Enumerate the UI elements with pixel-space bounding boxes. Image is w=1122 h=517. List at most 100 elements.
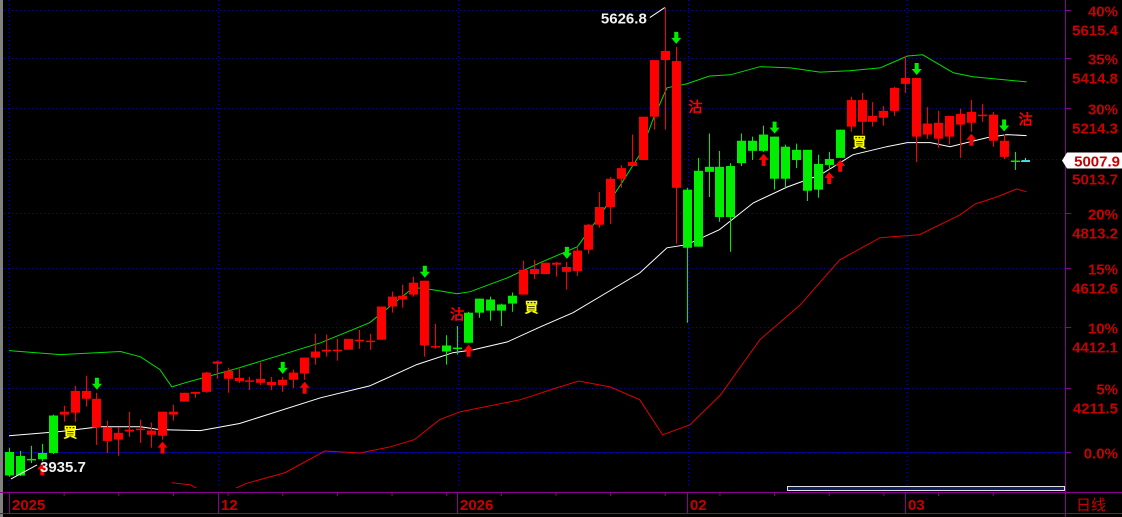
candle bbox=[311, 333, 320, 365]
candle bbox=[781, 144, 790, 188]
candle-body bbox=[748, 140, 757, 151]
buy-signal-label: 買 bbox=[524, 301, 539, 317]
candle bbox=[552, 261, 561, 277]
candle-body bbox=[497, 304, 506, 311]
candle bbox=[814, 154, 823, 198]
candle bbox=[595, 191, 604, 228]
candle bbox=[606, 176, 615, 224]
candle-body bbox=[683, 189, 692, 248]
candle-body bbox=[781, 146, 790, 179]
candle-body bbox=[125, 429, 134, 432]
candle bbox=[912, 77, 921, 163]
candle-body bbox=[562, 266, 571, 272]
candle bbox=[180, 392, 189, 402]
down-arrow-icon bbox=[277, 361, 288, 374]
candle bbox=[92, 392, 101, 445]
candle-body bbox=[606, 178, 615, 207]
candle bbox=[694, 157, 703, 247]
up-arrow-icon bbox=[824, 171, 835, 184]
candle-body bbox=[858, 100, 867, 122]
candle-body bbox=[989, 114, 998, 141]
candle bbox=[191, 391, 200, 398]
candle-body bbox=[508, 295, 517, 304]
x-axis-label: 03 bbox=[908, 497, 925, 514]
candle-body bbox=[191, 391, 200, 394]
candle-body bbox=[409, 282, 418, 295]
candle bbox=[672, 46, 681, 244]
x-axis-label: 02 bbox=[690, 497, 707, 514]
candle-body bbox=[103, 427, 112, 441]
y-axis-price-label: 5414.8 bbox=[1072, 71, 1118, 88]
candle-body bbox=[617, 168, 626, 179]
candle bbox=[103, 420, 112, 453]
candle bbox=[737, 133, 746, 167]
high-price-annotation: 5626.8 bbox=[601, 11, 647, 28]
down-arrow-icon bbox=[769, 121, 780, 134]
candle bbox=[945, 115, 954, 145]
candle-body bbox=[49, 415, 58, 453]
candle-body bbox=[92, 398, 101, 428]
candle-body bbox=[464, 312, 473, 343]
y-axis-price-label: 5615.4 bbox=[1072, 23, 1119, 40]
candle bbox=[726, 163, 735, 252]
axes: 40% 5615.4 35% 5414.8 30% 5214.3 5013.7 20% 4813… bbox=[0, 0, 1122, 517]
candle bbox=[71, 385, 80, 422]
candle-body bbox=[825, 158, 834, 165]
candle-body bbox=[890, 87, 899, 111]
candle-body bbox=[879, 110, 888, 118]
y-axis-percent-label: 0.0% bbox=[1084, 446, 1118, 463]
candle-body bbox=[759, 134, 768, 151]
candle bbox=[114, 427, 123, 456]
candle-body bbox=[420, 280, 429, 346]
candle bbox=[989, 111, 998, 147]
candle bbox=[442, 335, 451, 365]
candle-body bbox=[978, 114, 987, 117]
candle-body bbox=[814, 163, 823, 190]
candle-body bbox=[956, 113, 965, 125]
candle bbox=[355, 329, 364, 349]
y-axis-price-label: 5013.7 bbox=[1072, 172, 1118, 189]
y-axis-percent-label: 20% bbox=[1088, 207, 1118, 224]
last-price-value: 5007.9 bbox=[1074, 154, 1120, 171]
candle bbox=[562, 261, 571, 290]
candle-body bbox=[256, 378, 265, 383]
candle bbox=[836, 129, 845, 158]
y-axis-percent-label: 30% bbox=[1088, 102, 1118, 119]
down-arrow-icon bbox=[999, 119, 1010, 132]
candle-body bbox=[377, 306, 386, 340]
candle bbox=[235, 368, 244, 383]
candlestick-chart: 買買買沽沽沽5626.83935.7 40%5615.435%5414.830%… bbox=[0, 0, 1122, 517]
horizontal-scrollbar[interactable] bbox=[787, 486, 1065, 491]
candle bbox=[409, 276, 418, 297]
sell-signal-label: 沽 bbox=[450, 306, 464, 323]
candle bbox=[82, 375, 91, 407]
y-axis-price-label: 4612.6 bbox=[1072, 281, 1118, 298]
candle-body bbox=[202, 372, 211, 392]
candle bbox=[890, 86, 899, 116]
candle bbox=[289, 369, 298, 389]
candle-body bbox=[158, 411, 167, 436]
candle-body bbox=[486, 299, 495, 311]
candle bbox=[475, 298, 484, 318]
candle bbox=[879, 106, 888, 126]
y-axis-percent-label: 15% bbox=[1088, 262, 1118, 279]
candle-body bbox=[661, 50, 670, 61]
y-axis-price-label: 4813.2 bbox=[1072, 226, 1118, 243]
candle-body bbox=[453, 347, 462, 350]
candle-body bbox=[836, 129, 845, 158]
candle-body bbox=[388, 296, 397, 307]
candle-body bbox=[967, 111, 976, 123]
candle-body bbox=[715, 166, 724, 218]
candle bbox=[333, 338, 342, 361]
candle bbox=[617, 165, 626, 188]
candle bbox=[202, 371, 211, 393]
candle bbox=[978, 104, 987, 122]
candle bbox=[847, 96, 856, 132]
down-arrow-icon bbox=[911, 62, 922, 75]
candle-body bbox=[431, 346, 440, 348]
candle-body bbox=[792, 149, 801, 160]
up-arrow-icon bbox=[157, 441, 168, 454]
period-label-daily: 日线 bbox=[1076, 496, 1106, 514]
candle-body bbox=[398, 295, 407, 300]
candle bbox=[923, 107, 932, 139]
